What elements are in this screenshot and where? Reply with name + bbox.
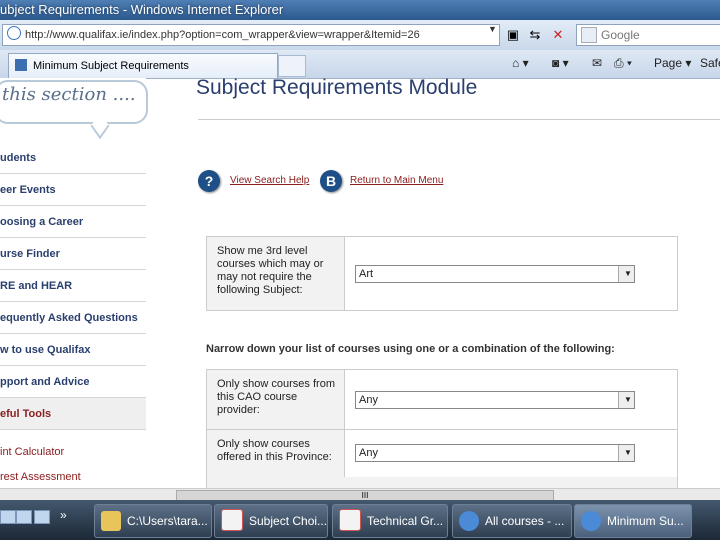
province-cell: Any ▼ bbox=[344, 430, 677, 477]
filter-row-province: Only show courses offered in this Provin… bbox=[207, 430, 677, 477]
taskbar-item-label: Subject Choi... bbox=[249, 514, 328, 528]
tab-minimum-subject-requirements[interactable]: Minimum Subject Requirements bbox=[8, 53, 278, 78]
taskbar-item-label: C:\Users\tara... bbox=[127, 514, 208, 528]
page-menu-label: Page bbox=[654, 56, 683, 70]
filter-row-provider: Only show courses from this CAO course p… bbox=[207, 370, 677, 430]
favicon-icon bbox=[15, 59, 27, 71]
taskbar-item-explorer[interactable]: C:\Users\tara... bbox=[94, 504, 212, 538]
folder-icon bbox=[101, 511, 121, 531]
subject-row: Show me 3rd level courses which may or m… bbox=[207, 237, 677, 310]
new-tab-button[interactable] bbox=[278, 55, 306, 77]
main-menu-link[interactable]: Return to Main Menu bbox=[350, 175, 443, 186]
refresh-icon[interactable]: ⇆ bbox=[526, 26, 544, 44]
filter-form: Only show courses from this CAO course p… bbox=[206, 369, 678, 489]
sidebar-nav: udents eer Events oosing a Career urse F… bbox=[0, 142, 146, 490]
google-search-icon bbox=[581, 27, 597, 43]
taskbar-item-minimum-subject[interactable]: Minimum Su... bbox=[574, 504, 692, 538]
subject-select[interactable]: Art ▼ bbox=[355, 265, 635, 283]
chevron-down-icon: ▼ bbox=[618, 392, 634, 408]
address-dropdown-icon[interactable]: ▼ bbox=[488, 24, 497, 34]
sidebar-item[interactable]: equently Asked Questions bbox=[0, 302, 146, 334]
scrollbar-grip: III bbox=[361, 491, 369, 500]
sidebar-subitem[interactable]: int Calculator bbox=[0, 440, 146, 465]
safety-menu[interactable]: Safe bbox=[700, 56, 720, 70]
sidebar-item-active[interactable]: eful Tools bbox=[0, 398, 146, 430]
page-title: Subject Requirements Module bbox=[196, 76, 478, 99]
internet-explorer-icon bbox=[459, 511, 479, 531]
powerpoint-icon bbox=[339, 509, 361, 531]
taskbar: » C:\Users\tara... Subject Choi... Techn… bbox=[0, 500, 720, 540]
search-placeholder: Google bbox=[601, 28, 640, 42]
view-search-help-link[interactable]: View Search Help bbox=[230, 175, 309, 186]
print-icon[interactable]: ⎙ ▾ bbox=[614, 56, 632, 71]
safety-menu-label: Safe bbox=[700, 56, 720, 70]
sidebar-item[interactable]: RE and HEAR bbox=[0, 270, 146, 302]
sidebar-item[interactable]: pport and Advice bbox=[0, 366, 146, 398]
subject-cell: Art ▼ bbox=[344, 237, 677, 310]
sidebar-subitem[interactable]: rest Assessment bbox=[0, 465, 146, 490]
stop-icon[interactable]: ✕ bbox=[549, 26, 567, 44]
mail-icon[interactable]: ✉ bbox=[592, 56, 602, 70]
quick-launch-icon[interactable] bbox=[34, 510, 50, 524]
province-label: Only show courses offered in this Provin… bbox=[217, 438, 332, 463]
provider-cell: Any ▼ bbox=[344, 370, 677, 429]
chevron-down-icon: ▼ bbox=[618, 266, 634, 282]
narrow-down-instructions: Narrow down your list of courses using o… bbox=[206, 343, 615, 355]
sidebar-item[interactable]: oosing a Career bbox=[0, 206, 146, 238]
powerpoint-icon bbox=[221, 509, 243, 531]
window-title-bar: ubject Requirements - Windows Internet E… bbox=[0, 0, 720, 20]
help-icon[interactable]: ? bbox=[198, 170, 220, 192]
quick-launch-chevron[interactable]: » bbox=[60, 508, 67, 522]
back-icon[interactable]: B bbox=[320, 170, 342, 192]
sidebar-item[interactable]: udents bbox=[0, 142, 146, 174]
sidebar-item[interactable]: eer Events bbox=[0, 174, 146, 206]
subject-select-value: Art bbox=[359, 268, 374, 280]
chevron-down-icon: ▼ bbox=[618, 445, 634, 461]
province-select-value: Any bbox=[359, 447, 378, 459]
sidebar-item[interactable]: w to use Qualifax bbox=[0, 334, 146, 366]
feeds-icon[interactable]: ◙ ▾ bbox=[552, 56, 569, 70]
province-select[interactable]: Any ▼ bbox=[355, 444, 635, 462]
subject-form: Show me 3rd level courses which may or m… bbox=[206, 236, 678, 311]
ie-page-icon bbox=[7, 26, 21, 40]
divider bbox=[198, 119, 720, 120]
show-desktop-icon[interactable] bbox=[0, 510, 16, 524]
search-input[interactable]: Google bbox=[576, 24, 720, 46]
sidebar-item[interactable]: urse Finder bbox=[0, 238, 146, 270]
banner-text: this section .... bbox=[2, 84, 136, 105]
home-icon[interactable]: ⌂ ▾ bbox=[512, 56, 529, 70]
switch-windows-icon[interactable] bbox=[16, 510, 32, 524]
compatibility-icon[interactable]: ▣ bbox=[504, 26, 522, 44]
tab-bar: Minimum Subject Requirements bbox=[0, 50, 720, 79]
taskbar-item-label: All courses - ... bbox=[485, 514, 565, 528]
taskbar-item-label: Technical Gr... bbox=[367, 514, 444, 528]
address-bar[interactable]: http://www.qualifax.ie/index.php?option=… bbox=[2, 24, 500, 46]
taskbar-item-subject-choice[interactable]: Subject Choi... bbox=[214, 504, 328, 538]
provider-select-value: Any bbox=[359, 394, 378, 406]
subject-label: Show me 3rd level courses which may or m… bbox=[217, 245, 324, 296]
section-banner: this section .... bbox=[0, 78, 148, 142]
tab-label: Minimum Subject Requirements bbox=[33, 60, 189, 72]
taskbar-item-technical[interactable]: Technical Gr... bbox=[332, 504, 448, 538]
provider-select[interactable]: Any ▼ bbox=[355, 391, 635, 409]
taskbar-item-all-courses[interactable]: All courses - ... bbox=[452, 504, 572, 538]
window-title: ubject Requirements - Windows Internet E… bbox=[0, 2, 284, 17]
address-url: http://www.qualifax.ie/index.php?option=… bbox=[25, 29, 420, 41]
page-menu[interactable]: Page ▾ bbox=[654, 56, 691, 70]
taskbar-item-label: Minimum Su... bbox=[607, 514, 684, 528]
internet-explorer-icon bbox=[581, 511, 601, 531]
provider-label: Only show courses from this CAO course p… bbox=[217, 378, 335, 416]
